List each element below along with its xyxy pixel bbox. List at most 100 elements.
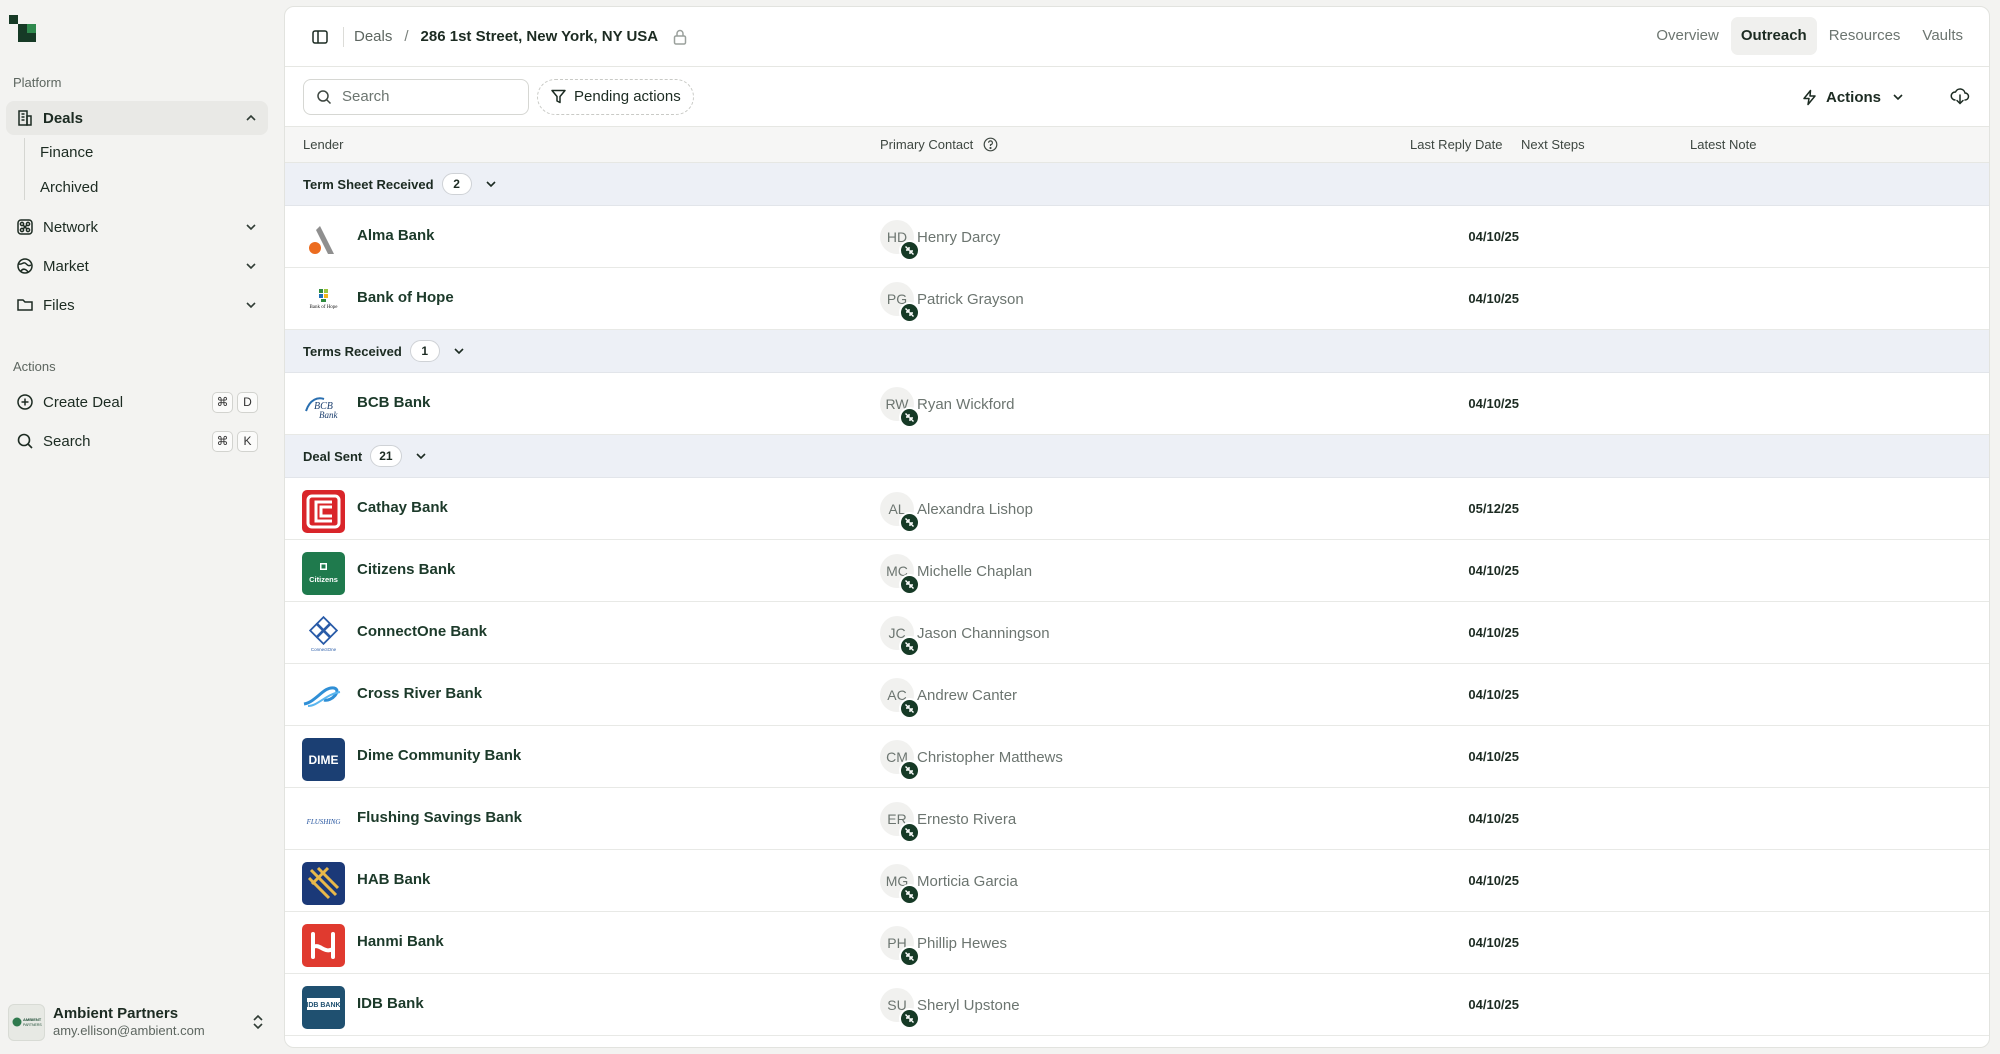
collapse-icon (899, 407, 920, 428)
table-row[interactable]: BCB Bank BCB Bank RW Ryan Wickford 04/10/25 (285, 373, 1989, 435)
sidebar-item-files[interactable]: Files (6, 288, 268, 322)
collapse-icon (899, 884, 920, 905)
group-count-badge: 21 (370, 445, 402, 467)
table-row[interactable]: Cathay Bank AL Alexandra Lishop 05/12/25 (285, 478, 1989, 540)
chevron-up-icon[interactable] (244, 111, 258, 125)
chevron-down-icon[interactable] (452, 344, 466, 358)
group-label: Deal Sent (303, 448, 363, 464)
bank-logo: FLUSHING (302, 800, 345, 843)
sidebar-subitem-finance[interactable]: Finance (40, 144, 93, 161)
chevron-down-icon[interactable] (484, 177, 498, 191)
sidebar-item-market[interactable]: Market (6, 249, 268, 283)
chevron-down-icon[interactable] (414, 449, 428, 463)
sidebar-item-label: Files (43, 296, 75, 314)
svg-text:ConnectOne: ConnectOne (311, 647, 337, 652)
table-row[interactable]: IDB BANK IDB Bank SU Sheryl Upstone 04/10/25 (285, 974, 1989, 1036)
column-header-lender[interactable]: Lender (303, 137, 343, 152)
help-icon[interactable] (983, 137, 998, 152)
lender-name[interactable]: IDB Bank (357, 995, 424, 1012)
top-bar: Deals / 286 1st Street, New York, NY USA… (285, 7, 1989, 67)
lender-name[interactable]: Hanmi Bank (357, 933, 444, 950)
primary-contact[interactable]: RW Ryan Wickford (880, 386, 1015, 428)
primary-contact[interactable]: AL Alexandra Lishop (880, 491, 1033, 533)
chevron-up-down-icon[interactable] (250, 1013, 266, 1031)
column-header-latest-note[interactable]: Latest Note (1690, 137, 1757, 152)
group-count-badge: 1 (409, 340, 440, 362)
table-row[interactable]: Bank of Hope Bank of Hope PG Patrick Grayso… (285, 268, 1989, 330)
table-row[interactable]: ConnectOne ConnectOne Bank JC Jason Channin… (285, 602, 1989, 664)
lender-name[interactable]: BCB Bank (357, 394, 430, 411)
chevron-down-icon[interactable] (244, 298, 258, 312)
collapse-icon (899, 636, 920, 657)
table-row[interactable]: Citizens Citizens Bank MC Michelle Chaplan 0… (285, 540, 1989, 602)
tab-overview[interactable]: Overview (1646, 17, 1729, 55)
create-deal-button[interactable]: Create Deal ⌘ D (6, 385, 268, 419)
table-row[interactable]: HAB Bank MG Morticia Garcia 04/10/25 (285, 850, 1989, 912)
lender-name[interactable]: Flushing Savings Bank (357, 809, 522, 826)
table-row[interactable]: FLUSHING Flushing Savings Bank ER Ernesto R… (285, 788, 1989, 850)
column-header-next-steps[interactable]: Next Steps (1521, 137, 1585, 152)
column-header-primary-contact[interactable]: Primary Contact (880, 137, 998, 152)
user-account-switcher[interactable]: AMBIENT PARTNERS Ambient Partners amy.el… (8, 1000, 270, 1044)
lender-name[interactable]: Bank of Hope (357, 289, 454, 306)
lender-name[interactable]: Dime Community Bank (357, 747, 521, 764)
sidebar-item-label: Deals (43, 109, 84, 127)
lender-name[interactable]: ConnectOne Bank (357, 623, 487, 640)
table-row[interactable]: Hanmi Bank PH Phillip Hewes 04/10/25 (285, 912, 1989, 974)
lender-name[interactable]: Alma Bank (357, 227, 435, 244)
primary-contact[interactable]: ER Ernesto Rivera (880, 801, 1016, 843)
svg-text:Bank: Bank (319, 410, 338, 420)
sidebar-search-button[interactable]: Search ⌘ K (6, 424, 268, 458)
pending-actions-filter-button[interactable]: Pending actions (537, 78, 694, 115)
primary-contact[interactable]: PG Patrick Grayson (880, 281, 1024, 323)
primary-contact[interactable]: CM Christopher Matthews (880, 739, 1063, 781)
contact-name: Sheryl Upstone (917, 996, 1020, 1014)
lender-name[interactable]: Cross River Bank (357, 685, 482, 702)
table-header: Lender Primary Contact Last Reply Date N… (285, 127, 1989, 163)
collapse-icon (899, 1008, 920, 1029)
tab-vaults[interactable]: Vaults (1912, 17, 1973, 55)
user-info: Ambient Partners amy.ellison@ambient.com (53, 1005, 205, 1039)
group-row[interactable]: Term Sheet Received 2 (285, 163, 1989, 206)
table-row[interactable]: Alma Bank HD Henry Darcy 04/10/25 (285, 206, 1989, 268)
plus-circle-icon (16, 393, 34, 411)
app-logo-icon[interactable] (9, 15, 37, 43)
column-header-label: Primary Contact (880, 137, 974, 152)
group-row[interactable]: Terms Received 1 (285, 330, 1989, 373)
contact-avatar: MG (880, 864, 920, 905)
chevron-down-icon[interactable] (244, 220, 258, 234)
sidebar-subitem-archived[interactable]: Archived (40, 179, 98, 196)
last-reply-date: 04/10/25 (1468, 997, 1519, 1012)
actions-dropdown-button[interactable]: Actions (1793, 79, 1913, 115)
primary-contact[interactable]: MC Michelle Chaplan (880, 553, 1032, 595)
sidebar-toggle-icon[interactable] (311, 28, 329, 46)
breadcrumb-deals[interactable]: Deals (354, 28, 392, 45)
group-row[interactable]: Deal Sent 21 (285, 435, 1989, 478)
user-email: amy.ellison@ambient.com (53, 1023, 205, 1038)
primary-contact[interactable]: PH Phillip Hewes (880, 925, 1007, 967)
tab-resources[interactable]: Resources (1819, 17, 1911, 55)
contact-avatar: AL (880, 492, 920, 533)
search-input[interactable] (342, 88, 512, 105)
lender-name[interactable]: Citizens Bank (357, 561, 455, 578)
cloud-download-icon[interactable] (1949, 85, 1971, 107)
sidebar-item-network[interactable]: Network (6, 210, 268, 244)
table-row[interactable]: Cross River Bank AC Andrew Canter 04/10/25 (285, 664, 1989, 726)
primary-contact[interactable]: MG Morticia Garcia (880, 863, 1018, 905)
sidebar-item-deals[interactable]: Deals (6, 101, 268, 135)
chevron-down-icon[interactable] (244, 259, 258, 273)
primary-contact[interactable]: HD Henry Darcy (880, 219, 1000, 261)
last-reply-date: 04/10/25 (1468, 749, 1519, 764)
primary-contact[interactable]: SU Sheryl Upstone (880, 987, 1020, 1029)
tab-outreach[interactable]: Outreach (1730, 17, 1817, 55)
lender-name[interactable]: HAB Bank (357, 871, 430, 888)
shortcut-key: K (237, 430, 258, 452)
primary-contact[interactable]: AC Andrew Canter (880, 677, 1017, 719)
lender-name[interactable]: Cathay Bank (357, 499, 448, 516)
column-header-last-reply-date[interactable]: Last Reply Date (1410, 137, 1503, 152)
collapse-icon (899, 302, 920, 323)
bank-logo (302, 490, 345, 533)
search-field[interactable] (303, 78, 529, 115)
table-row[interactable]: DIME Dime Community Bank CM Christopher Mat… (285, 726, 1989, 788)
primary-contact[interactable]: JC Jason Channingson (880, 615, 1050, 657)
